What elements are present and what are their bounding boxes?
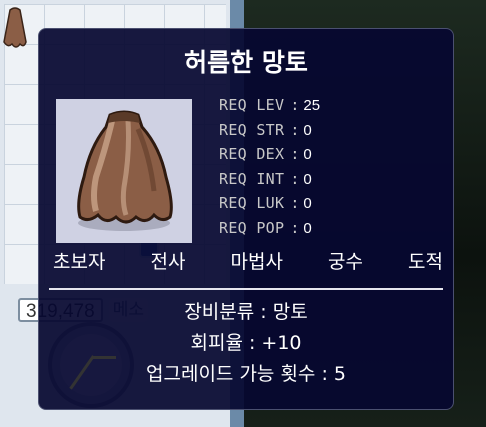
job-bowman: 궁수 [328,251,363,273]
job-thief: 도적 [408,251,443,273]
req-pop: REQ POP:0 [219,218,312,237]
cape-slot-icon[interactable] [0,2,30,58]
req-luk: REQ LUK:0 [219,194,312,212]
stat-avoidability: 회피율 : +10 [190,332,302,354]
item-image-frame [56,99,192,243]
item-tooltip: 허름한 망토 REQ LEV:25 REQ STR:0 REQ DEX:0 RE… [38,28,454,410]
item-name: 허름한 망토 [184,48,308,77]
stat-upgrade-slots: 업그레이드 가능 횟수 : 5 [146,363,346,385]
req-dex: REQ DEX:0 [219,145,312,163]
job-beginner: 초보자 [53,251,106,273]
job-magician: 마법사 [230,251,283,273]
req-int: REQ INT:0 [219,169,312,188]
requirements-list: REQ LEV:25 REQ STR:0 REQ DEX:0 REQ INT:0… [219,93,439,240]
job-list: 초보자 전사 마법사 궁수 도적 [53,245,443,279]
stat-equip-category: 장비분류 : 망토 [184,301,308,323]
req-str: REQ STR:0 [219,120,312,139]
cape-item-icon [77,110,173,231]
tooltip-divider [49,288,443,290]
job-warrior: 전사 [150,251,186,273]
req-lev: REQ LEV:25 [219,96,321,114]
item-stats: 장비분류 : 망토 회피율 : +10 업그레이드 가능 횟수 : 5 [39,297,453,390]
